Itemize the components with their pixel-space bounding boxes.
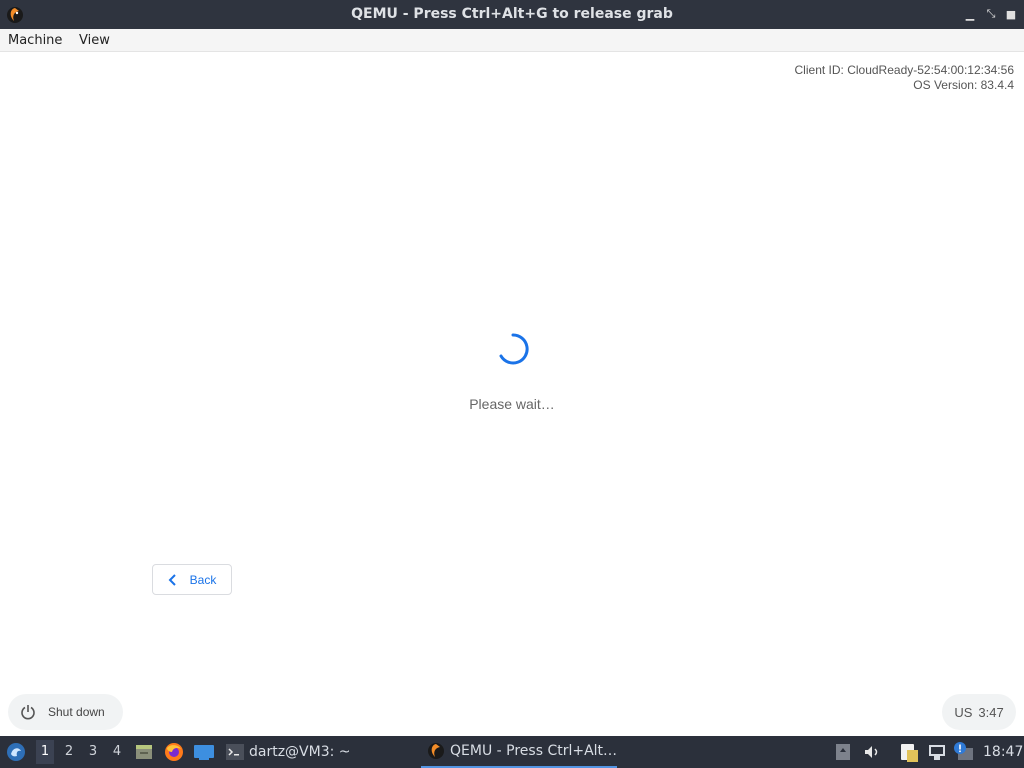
loading-text: Please wait… — [469, 396, 555, 412]
window-title: QEMU - Press Ctrl+Alt+G to release grab — [351, 6, 673, 22]
window-titlebar[interactable]: QEMU - Press Ctrl+Alt+G to release grab … — [0, 0, 1024, 29]
shutdown-button[interactable]: Shut down — [8, 694, 123, 730]
system-info: Client ID: CloudReady-52:54:00:12:34:56 … — [795, 63, 1014, 93]
back-button[interactable]: Back — [152, 564, 232, 595]
loading-spinner-icon — [499, 333, 529, 365]
host-taskbar: 1 2 3 4 dartz@VM3: ~ QEMU - Press Ctrl+A… — [0, 736, 1024, 768]
desktop-icon[interactable] — [193, 743, 215, 761]
tray-app-icon[interactable] — [834, 742, 852, 762]
workspace-1[interactable]: 1 — [36, 740, 54, 764]
keyboard-layout-indicator: US — [954, 704, 973, 720]
menubar: Machine View — [0, 29, 1024, 52]
menu-machine[interactable]: Machine — [8, 33, 62, 48]
power-icon — [21, 705, 35, 720]
terminal-icon — [225, 742, 245, 762]
client-id-text: Client ID: CloudReady-52:54:00:12:34:56 — [794, 63, 1014, 77]
back-button-label: Back — [189, 572, 217, 587]
volume-icon[interactable] — [862, 742, 882, 762]
status-tray[interactable]: US 3:47 — [942, 694, 1016, 730]
shutdown-label: Shut down — [48, 705, 105, 719]
workspace-3[interactable]: 3 — [84, 744, 102, 759]
status-time: 3:47 — [978, 704, 1004, 720]
firefox-icon[interactable] — [164, 742, 184, 762]
clipboard-icon[interactable] — [897, 741, 921, 763]
qemu-task-icon — [428, 743, 444, 759]
start-menu-icon[interactable] — [5, 741, 27, 763]
update-notification-icon[interactable] — [952, 741, 974, 763]
qemu-task-label: QEMU - Press Ctrl+Alt… — [450, 743, 618, 759]
taskbar-clock[interactable]: 18:47 — [983, 744, 1023, 760]
terminal-task[interactable]: dartz@VM3: ~ — [249, 744, 351, 760]
menu-view[interactable]: View — [79, 33, 110, 48]
vm-display[interactable]: Client ID: CloudReady-52:54:00:12:34:56 … — [0, 52, 1024, 736]
maximize-icon[interactable]: ⤡ — [984, 7, 998, 21]
workspace-4[interactable]: 4 — [108, 744, 126, 759]
minimize-icon[interactable]: ▁ — [963, 7, 977, 21]
qemu-task-button[interactable]: QEMU - Press Ctrl+Alt… — [421, 736, 617, 768]
chevron-left-icon — [168, 573, 176, 586]
close-icon[interactable]: ■ — [1004, 7, 1018, 21]
os-version-text: OS Version: 83.4.4 — [913, 78, 1014, 92]
workspace-2[interactable]: 2 — [60, 744, 78, 759]
file-manager-icon[interactable] — [134, 742, 154, 762]
network-icon[interactable] — [927, 742, 947, 762]
